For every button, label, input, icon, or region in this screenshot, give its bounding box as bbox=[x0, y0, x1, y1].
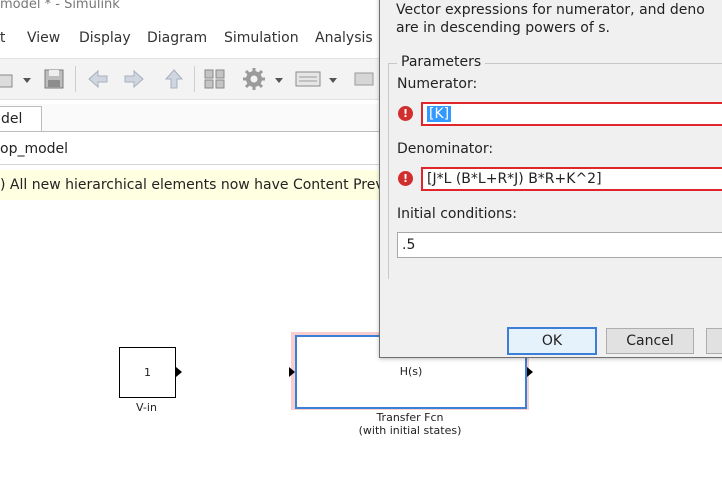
menu-edit[interactable]: it bbox=[0, 30, 5, 46]
denominator-field[interactable]: [J*L (B*L+R*J) B*R+K^2] bbox=[421, 167, 722, 191]
output-port-icon[interactable] bbox=[527, 367, 533, 377]
parameters-title: Parameters bbox=[397, 54, 486, 70]
chevron-down-icon[interactable] bbox=[272, 67, 286, 91]
numerator-label: Numerator: bbox=[397, 76, 478, 92]
constant-value: 1 bbox=[144, 366, 151, 379]
breadcrumb[interactable]: op_model bbox=[0, 132, 380, 165]
toolbar bbox=[0, 58, 380, 100]
forward-arrow-icon[interactable] bbox=[122, 67, 146, 91]
block-parameters-dialog: Vector expressions for numerator, and de… bbox=[379, 0, 722, 358]
parameters-group: Parameters Numerator: ! [K] Denominator:… bbox=[388, 54, 722, 279]
error-icon: ! bbox=[398, 106, 413, 121]
toolbar-separator bbox=[75, 66, 76, 92]
denominator-label: Denominator: bbox=[397, 141, 494, 157]
up-arrow-icon[interactable] bbox=[162, 67, 186, 91]
model-explorer-icon[interactable] bbox=[294, 67, 324, 91]
block-label-line2: (with initial states) bbox=[358, 424, 462, 437]
banner-text: ) All new hierarchical elements now have… bbox=[0, 177, 408, 193]
ok-button[interactable]: OK bbox=[507, 327, 597, 355]
block-label-line1: Transfer Fcn bbox=[376, 411, 444, 424]
output-port-icon[interactable] bbox=[176, 367, 182, 377]
library-browser-icon[interactable] bbox=[203, 67, 227, 91]
initial-conditions-label: Initial conditions: bbox=[397, 206, 517, 222]
menu-view[interactable]: View bbox=[27, 30, 60, 46]
error-icon: ! bbox=[398, 171, 413, 186]
menu-diagram[interactable]: Diagram bbox=[147, 30, 207, 46]
breadcrumb-model[interactable]: op_model bbox=[0, 141, 68, 157]
constant-block-vin[interactable]: 1 bbox=[119, 347, 176, 398]
input-port-icon[interactable] bbox=[289, 367, 295, 377]
save-icon[interactable] bbox=[42, 67, 66, 91]
cancel-button[interactable]: Cancel bbox=[606, 328, 694, 354]
numerator-field[interactable]: [K] bbox=[421, 102, 722, 126]
initial-conditions-value: .5 bbox=[402, 237, 416, 253]
window-title: model * - Simulink bbox=[0, 0, 120, 12]
numerator-value: [K] bbox=[427, 106, 452, 122]
back-arrow-icon[interactable] bbox=[86, 67, 110, 91]
description-line1: Vector expressions for numerator, and de… bbox=[396, 2, 705, 18]
menu-display[interactable]: Display bbox=[79, 30, 131, 46]
new-model-icon[interactable] bbox=[0, 67, 16, 91]
update-diagram-icon[interactable] bbox=[352, 67, 376, 91]
window-title-bar: model * - Simulink bbox=[0, 0, 380, 22]
toolbar-separator bbox=[194, 66, 195, 92]
info-banner: ) All new hierarchical elements now have… bbox=[0, 170, 408, 200]
transfer-fcn-label: H(s) bbox=[399, 365, 423, 378]
block-label-transfer-fcn: Transfer Fcn (with initial states) bbox=[300, 411, 520, 437]
block-label-vin: V-in bbox=[136, 401, 157, 414]
denominator-value: [J*L (B*L+R*J) B*R+K^2] bbox=[427, 171, 602, 187]
chevron-down-icon[interactable] bbox=[326, 67, 340, 91]
help-button[interactable] bbox=[706, 328, 722, 354]
menu-simulation[interactable]: Simulation bbox=[224, 30, 299, 46]
tab-model[interactable]: del bbox=[0, 106, 42, 131]
gear-icon[interactable] bbox=[242, 67, 266, 91]
model-tab-strip: del bbox=[0, 104, 380, 132]
menu-bar: it View Display Diagram Simulation Analy… bbox=[0, 28, 380, 50]
dialog-description: Vector expressions for numerator, and de… bbox=[396, 1, 705, 37]
chevron-down-icon[interactable] bbox=[20, 67, 34, 91]
initial-conditions-field[interactable]: .5 bbox=[397, 232, 722, 258]
description-line2: are in descending powers of s. bbox=[396, 20, 610, 36]
menu-analysis[interactable]: Analysis bbox=[315, 30, 373, 46]
